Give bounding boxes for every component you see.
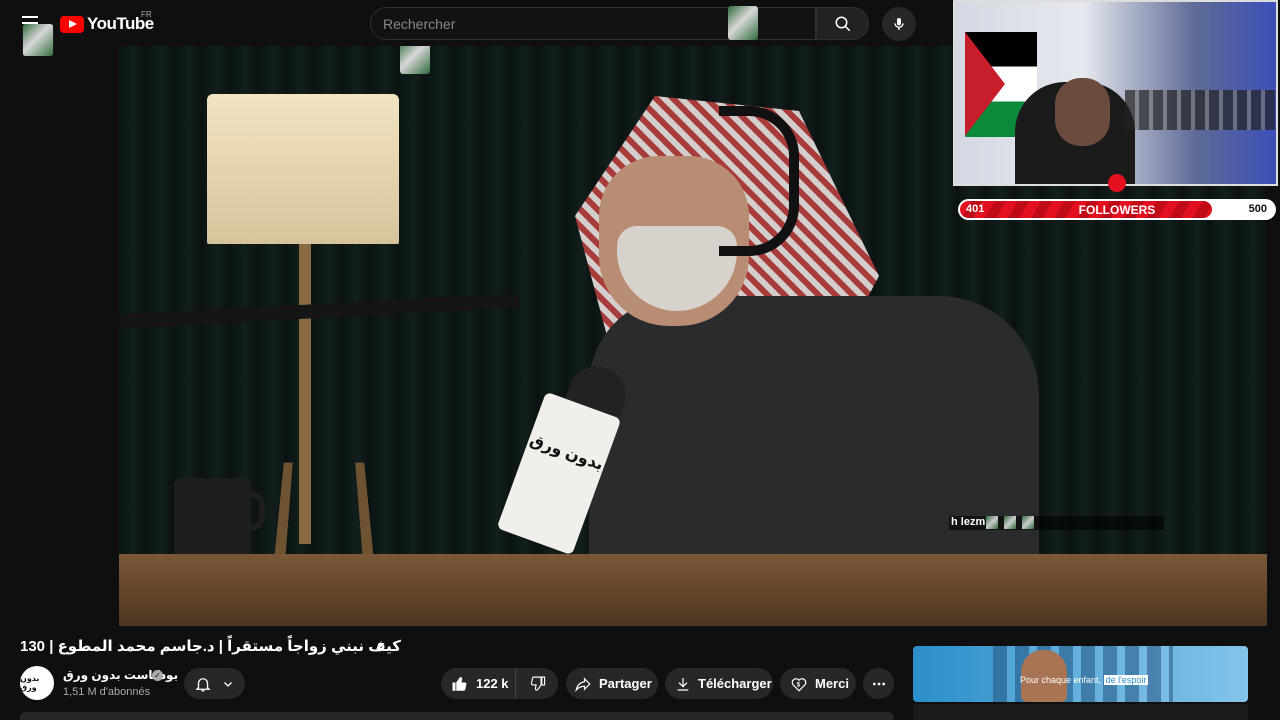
country-code: FR <box>141 10 152 19</box>
ad-tagline-part2: de l'espoir <box>1103 675 1149 685</box>
channel-avatar[interactable]: بدون ورق <box>20 666 54 700</box>
youtube-logo[interactable]: YouTube FR <box>60 10 154 34</box>
share-label: Partager <box>599 676 652 691</box>
bell-icon <box>195 677 211 691</box>
emote-overlay-icon <box>728 6 758 40</box>
thanks-label: Merci <box>815 676 849 691</box>
mic-flag-label: بدون ورق <box>527 431 606 474</box>
equipment-rack <box>1125 90 1275 130</box>
youtube-play-icon <box>60 15 84 33</box>
more-horizontal-icon <box>872 682 885 685</box>
ad-tagline-part1: Pour chaque enfant, <box>1020 675 1102 685</box>
subscriber-count: 1,51 M d'abonnés <box>63 686 151 698</box>
follower-goal: 500 <box>1248 203 1267 215</box>
share-icon <box>575 676 591 692</box>
dislike-button[interactable] <box>516 668 558 699</box>
thanks-button[interactable]: $ Merci <box>780 668 856 699</box>
desk <box>119 554 1267 626</box>
thumbs-down-icon <box>530 676 545 691</box>
search-input[interactable]: Rechercher <box>370 6 816 40</box>
download-button[interactable]: Télécharger <box>665 668 773 699</box>
like-dislike-group: 122 k <box>441 668 558 699</box>
share-button[interactable]: Partager <box>566 668 658 699</box>
svg-text:$: $ <box>797 682 801 688</box>
lamp <box>207 94 399 244</box>
search-button[interactable] <box>816 7 869 40</box>
microphone-icon <box>894 18 904 30</box>
emote-overlay-icon <box>22 24 54 56</box>
like-button[interactable]: 122 k <box>441 668 516 699</box>
download-label: Télécharger <box>698 676 772 691</box>
ad-banner[interactable]: Pour chaque enfant, de l'espoir <box>913 646 1248 702</box>
thumbs-up-icon <box>452 676 467 691</box>
follower-goal-bar: 401 FOLLOWERS 500 <box>958 199 1276 220</box>
chat-emote-icon <box>1004 516 1016 529</box>
chat-message: h lezm <box>951 516 986 528</box>
notification-button[interactable] <box>184 668 245 699</box>
streamer-webcam <box>953 0 1278 186</box>
follower-label: FOLLOWERS <box>1078 203 1156 217</box>
video-title: كيف نبني زواجاً مستقراً | د.جاسم محمد ال… <box>20 638 401 655</box>
search-icon <box>835 16 850 31</box>
follower-marker <box>1108 174 1126 192</box>
mug-handle <box>247 491 265 531</box>
emote-overlay-icon <box>400 46 430 74</box>
chat-emote-icon <box>986 516 998 529</box>
ad-image-children <box>993 646 1173 702</box>
search-placeholder: Rechercher <box>383 16 456 32</box>
streamer-head <box>1055 78 1110 146</box>
chat-emote-icon <box>1022 516 1034 529</box>
verified-icon: ✓ <box>152 670 163 681</box>
like-count: 122 k <box>476 676 509 691</box>
headphones <box>719 106 799 256</box>
more-actions-button[interactable] <box>863 668 894 699</box>
ad-info-row <box>913 704 1248 720</box>
chevron-down-icon <box>224 681 232 687</box>
download-icon <box>677 677 689 691</box>
description-box[interactable] <box>20 712 894 720</box>
thanks-heart-icon: $ <box>791 677 807 692</box>
youtube-watch-page: YouTube FR Rechercher بدون ورق h lezm 40… <box>0 0 1280 720</box>
ad-tagline: Pour chaque enfant, de l'espoir <box>1020 675 1149 685</box>
voice-search-button[interactable] <box>882 7 916 41</box>
